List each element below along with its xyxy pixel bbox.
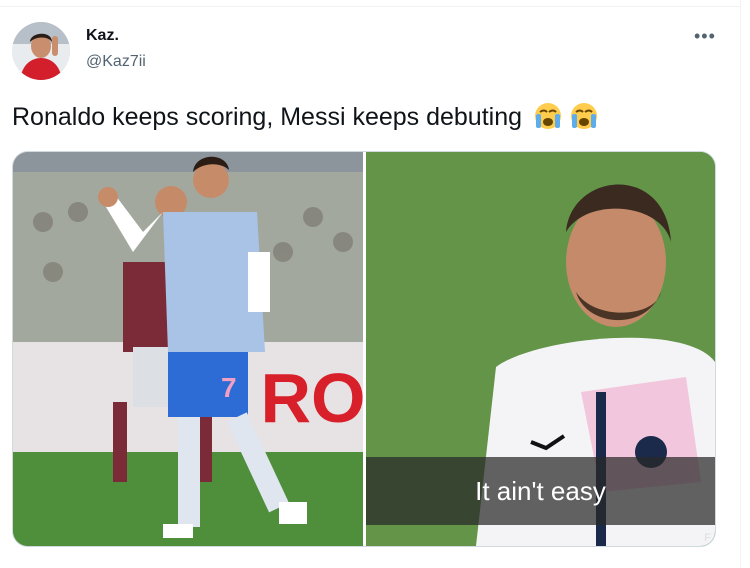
svg-text:RO: RO xyxy=(261,359,364,437)
svg-text:7: 7 xyxy=(221,372,237,403)
avatar-image xyxy=(12,22,70,80)
avatar[interactable] xyxy=(12,22,70,80)
crying-face-emoji xyxy=(567,101,601,140)
top-divider xyxy=(0,0,740,7)
tweet-body: Ronaldo keeps scoring, Messi keeps debut… xyxy=(12,103,523,131)
video-caption: It ain't easy xyxy=(475,476,606,506)
crying-face-emoji xyxy=(531,101,565,140)
watermark: F xyxy=(704,532,711,544)
tweet-media[interactable]: RO 7 It ain't easy F xyxy=(12,151,716,547)
ronaldo-celebrating-photo[interactable]: RO 7 xyxy=(13,152,363,546)
author-handle[interactable]: @Kaz7ii xyxy=(86,53,146,71)
author-name[interactable]: Kaz. xyxy=(86,27,119,45)
messi-reaction-photo[interactable]: It ain't easy F xyxy=(366,152,715,546)
more-options-icon[interactable]: ••• xyxy=(694,26,716,47)
card-right-border xyxy=(740,0,741,568)
tweet-text: Ronaldo keeps scoring, Messi keeps debut… xyxy=(12,100,601,140)
tweet-card: Kaz. @Kaz7ii ••• Ronaldo keeps scoring, … xyxy=(0,0,750,568)
